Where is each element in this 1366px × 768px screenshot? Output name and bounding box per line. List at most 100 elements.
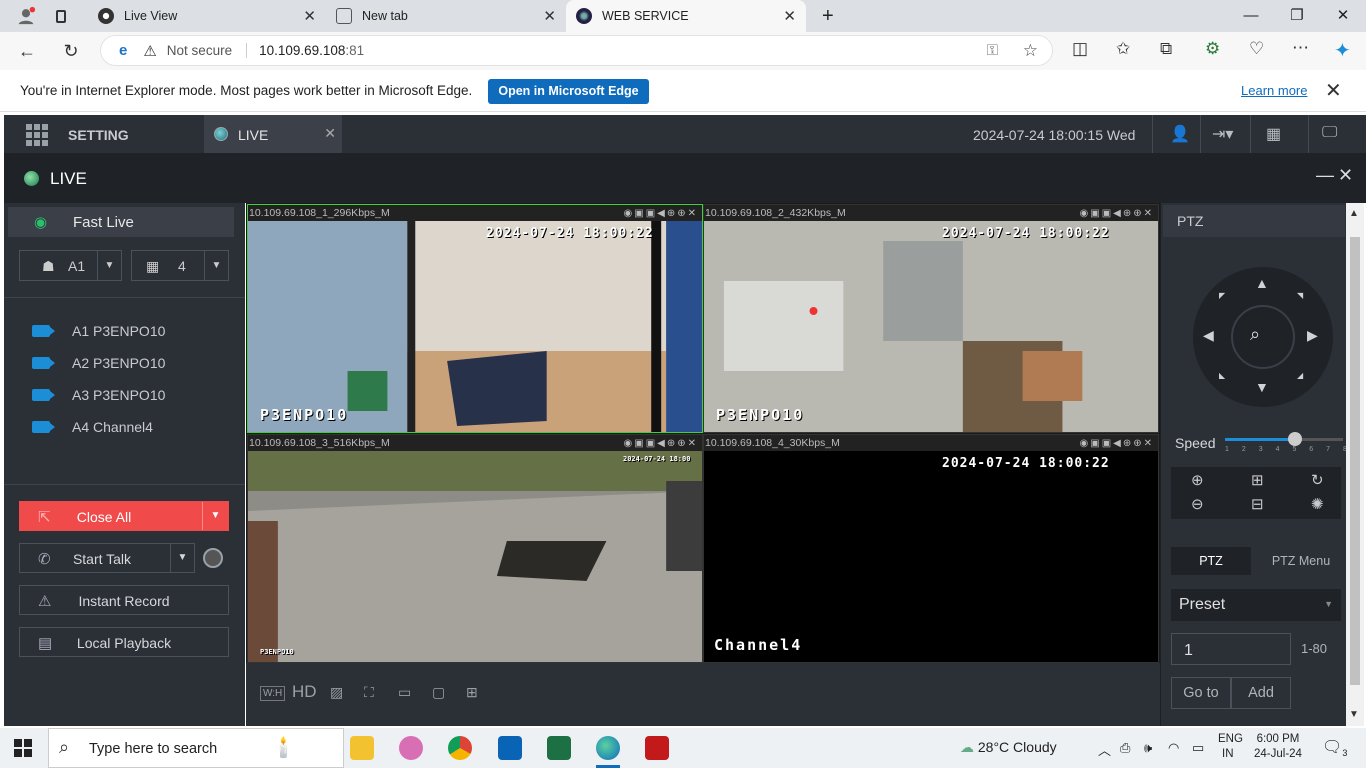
new-tab-button[interactable]: + <box>812 0 842 32</box>
scrollbar-thumb[interactable] <box>1350 237 1360 685</box>
chevron-down-icon[interactable]: ▼ <box>202 502 228 530</box>
window-controls[interactable]: ◉▣▣◀⊕⊕✕ <box>624 206 698 222</box>
group-select[interactable]: ☗ A1 ▼ <box>19 250 122 281</box>
speed-slider-knob[interactable] <box>1288 432 1302 446</box>
tab-ptz[interactable]: PTZ <box>1171 547 1251 575</box>
close-infobar-icon[interactable]: ✕ <box>1325 78 1342 103</box>
tab-live-view[interactable]: Live View ✕ <box>88 0 326 32</box>
close-live-tab-icon[interactable]: ✕ <box>324 125 336 142</box>
minimize-panel-icon[interactable]: — <box>1316 165 1334 186</box>
video-window-1[interactable]: 10.109.69.108_1_296Kbps_M ◉▣▣◀⊕⊕✕ 2024-07… <box>247 204 703 433</box>
video-window-2[interactable]: 10.109.69.108_2_432Kbps_M ◉▣▣◀⊕⊕✕ 2024-07… <box>703 204 1159 433</box>
windows-start-icon[interactable] <box>14 739 32 757</box>
fullscreen-icon[interactable]: ⛶ <box>364 684 374 701</box>
taskbar-search-box[interactable]: ⌕ Type here to search 🕯️ <box>48 728 344 768</box>
more-options-icon[interactable]: ⋯ <box>1292 38 1309 58</box>
logout-icon[interactable]: ⇥▾ <box>1212 124 1233 144</box>
pan-down-left-icon[interactable]: ◣ <box>1219 371 1225 380</box>
favorites-icon[interactable]: ✩ <box>1116 39 1130 59</box>
minimize-button[interactable]: — <box>1228 0 1274 32</box>
browser-essentials-icon[interactable]: ♡ <box>1249 39 1264 59</box>
speed-slider[interactable] <box>1225 432 1343 446</box>
goto-preset-button[interactable]: Go to <box>1171 677 1231 709</box>
video-window-4[interactable]: 10.109.69.108_4_30Kbps_M ◉▣▣◀⊕⊕✕ 2024-07-… <box>703 434 1159 663</box>
url-text[interactable]: 10.109.69.108:81 <box>246 43 364 58</box>
live-nav-tab[interactable]: LIVE ✕ <box>204 115 342 153</box>
volume-icon[interactable]: 🕪 <box>1144 740 1152 756</box>
setting-nav[interactable]: SETTING <box>68 127 129 143</box>
focus-far-icon[interactable]: ⊟ <box>1251 495 1264 513</box>
pan-right-icon[interactable]: ▶ <box>1307 327 1318 344</box>
close-panel-icon[interactable]: ✕ <box>1338 165 1353 186</box>
battery-icon[interactable]: ▭ <box>1192 740 1204 756</box>
split-screen-icon[interactable]: ◫ <box>1072 39 1088 59</box>
pan-up-right-icon[interactable]: ◥ <box>1297 291 1303 300</box>
outlook-icon[interactable] <box>498 736 522 760</box>
pan-left-icon[interactable]: ◀ <box>1203 327 1214 344</box>
window-close-button[interactable]: ✕ <box>1320 0 1366 32</box>
zoom-out-icon[interactable]: ⊖ <box>1191 495 1204 513</box>
chevron-down-icon[interactable]: ▼ <box>204 251 228 280</box>
excel-icon[interactable] <box>547 736 571 760</box>
ptz-scrollbar[interactable]: ▲ ▼ <box>1346 203 1364 726</box>
close-all-button[interactable]: ⇱ Close All ▼ <box>19 501 229 531</box>
chrome-icon[interactable] <box>448 736 472 760</box>
copilot-icon[interactable]: ✦ <box>1334 38 1351 63</box>
learn-more-link[interactable]: Learn more <box>1241 83 1307 98</box>
four-split-icon[interactable]: ⊞ <box>466 684 478 701</box>
system-clock[interactable]: 6:00 PM 24-Jul-24 <box>1254 732 1302 762</box>
window-controls[interactable]: ◉▣▣◀⊕⊕✕ <box>1080 206 1154 222</box>
open-in-edge-button[interactable]: Open in Microsoft Edge <box>488 79 649 104</box>
file-explorer-icon[interactable] <box>350 736 374 760</box>
security-label[interactable]: Not secure <box>167 43 232 58</box>
user-icon[interactable]: 👤 <box>1170 124 1190 144</box>
focus-near-icon[interactable]: ⊞ <box>1251 471 1264 489</box>
instant-record-button[interactable]: ⚠ Instant Record <box>19 585 229 615</box>
local-playback-button[interactable]: ▤ Local Playback <box>19 627 229 657</box>
close-tab-icon[interactable]: ✕ <box>303 7 316 25</box>
pan-down-icon[interactable]: ▼ <box>1255 379 1269 395</box>
devices-icon[interactable]: ⎙ <box>1120 740 1130 756</box>
zoom-in-icon[interactable]: ⊕ <box>1191 471 1204 489</box>
language-indicator[interactable]: ENG IN <box>1218 732 1243 762</box>
aspect-ratio-button[interactable]: W:H <box>260 686 286 701</box>
stream-type-icon[interactable]: ▨ <box>330 684 343 701</box>
favorite-star-icon[interactable]: ☆ <box>1023 41 1038 61</box>
window-controls[interactable]: ◉▣▣◀⊕⊕✕ <box>1080 436 1154 452</box>
video-window-3[interactable]: 10.109.69.108_3_516Kbps_M ◉▣▣◀⊕⊕✕ 2024-07… <box>247 434 703 663</box>
notification-center-icon[interactable]: 🗨3 <box>1322 737 1347 758</box>
ie-mode-icon[interactable]: e <box>119 42 127 59</box>
layout-select[interactable]: ▦ 4 ▼ <box>131 250 229 281</box>
qr-code-icon[interactable]: ▦ <box>1266 124 1281 144</box>
pan-down-right-icon[interactable]: ◢ <box>1297 371 1303 380</box>
iris-rotate-icon[interactable]: ↻ <box>1311 471 1324 489</box>
back-button[interactable]: ← <box>12 36 42 66</box>
network-icon[interactable]: ◠ <box>1168 740 1179 756</box>
tab-web-service[interactable]: WEB SERVICE ✕ <box>566 0 806 32</box>
close-tab-icon[interactable]: ✕ <box>543 7 556 25</box>
window-controls[interactable]: ◉▣▣◀⊕⊕✕ <box>624 436 698 452</box>
tab-ptz-menu[interactable]: PTZ Menu <box>1261 547 1341 575</box>
talk-status-circle[interactable] <box>203 548 223 568</box>
restore-button[interactable]: ❐ <box>1274 0 1320 32</box>
single-split-icon[interactable]: ▢ <box>432 684 445 701</box>
tab-new-tab[interactable]: New tab ✕ <box>326 0 566 32</box>
refresh-button[interactable]: ↻ <box>56 36 86 66</box>
scroll-up-icon[interactable]: ▲ <box>1349 208 1359 219</box>
edge-icon[interactable] <box>596 736 620 760</box>
tab-actions-button[interactable] <box>46 0 76 32</box>
monitor-icon[interactable]: 🖵 <box>1322 124 1337 142</box>
hd-button[interactable]: HD <box>292 682 317 702</box>
preset-select[interactable]: Preset ▼ <box>1171 589 1341 621</box>
channel-item[interactable]: A4 Channel4 <box>32 417 153 437</box>
collections-icon[interactable]: ⧉ <box>1160 39 1172 59</box>
weather-widget[interactable]: ☁ 28°C Cloudy <box>960 739 1057 756</box>
show-hidden-icons[interactable]: ︿ <box>1098 740 1111 759</box>
preset-number-input[interactable]: 1 <box>1171 633 1291 665</box>
address-bar[interactable]: e ⚠ Not secure 10.109.69.108:81 ⚿ ☆ <box>100 35 1053 66</box>
close-tab-icon[interactable]: ✕ <box>783 7 796 25</box>
channel-item[interactable]: A2 P3ENPO10 <box>32 353 165 373</box>
scroll-down-icon[interactable]: ▼ <box>1349 709 1359 720</box>
ptz-auto-focus[interactable]: ⌕ <box>1231 305 1295 369</box>
chevron-down-icon[interactable]: ▼ <box>170 544 194 572</box>
